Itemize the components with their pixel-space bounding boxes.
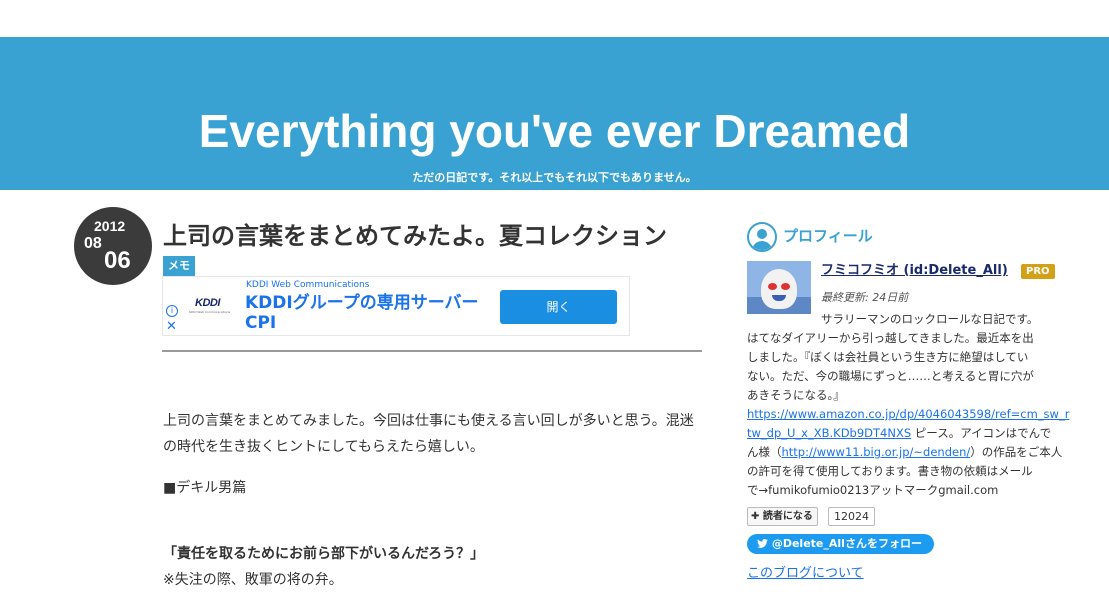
user-name-link[interactable]: フミコフミオ (id:Delete_All): [821, 262, 1008, 280]
category-label[interactable]: メモ: [163, 256, 195, 276]
ad-open-button[interactable]: 開く: [500, 290, 617, 324]
entry-paragraph: ■デキル男篇: [163, 480, 247, 496]
date-year: 2012: [94, 218, 126, 234]
bio-text: ん様（: [747, 445, 782, 459]
bio-text: ）の作品をご本人: [970, 445, 1063, 459]
ad-banner[interactable]: i ✕ KDDI KDDI Web Communications KDDI We…: [162, 276, 630, 336]
bio-text: ピース。アイコンはでんで: [911, 426, 1052, 440]
about-blog-link[interactable]: このブログについて: [747, 562, 864, 581]
pro-badge[interactable]: PRO: [1021, 264, 1055, 279]
ad-close-icon[interactable]: ✕: [166, 320, 177, 334]
profile-title: プロフィール: [783, 227, 873, 245]
user-icon: [747, 222, 777, 252]
ad-logo-subtext: KDDI Web Communications: [189, 310, 231, 314]
ad-info-icon[interactable]: i: [166, 305, 178, 317]
twitter-bird-icon: [757, 537, 772, 550]
twitter-follow-button[interactable]: @Delete_Allさんをフォロー: [747, 534, 934, 554]
blog-title[interactable]: Everything you've ever Dreamed: [0, 103, 1109, 159]
plus-icon: ✚: [751, 511, 760, 522]
amazon-link[interactable]: tw_dp_U_x_XB.KDb9DT4NXS: [747, 426, 911, 440]
subscribe-button[interactable]: ✚ 読者になる: [747, 507, 818, 526]
entry-paragraph: 上司の言葉をまとめてみました。今回は仕事にも使える言い回しが多いと思う。混迷の時…: [163, 413, 694, 455]
bio-line: しました。『ぼくは会社員という生き方に絶望はしてい: [747, 350, 1029, 364]
entry-title[interactable]: 上司の言葉をまとめてみたよ。夏コレクション: [163, 220, 667, 252]
ad-logo-mark: KDDI: [195, 297, 220, 309]
bio-line: で→fumikofumio0213アットマークgmail.com: [747, 483, 999, 497]
bio-line: の許可を得て使用しております。書き物の依頼はメール: [747, 464, 1033, 478]
blog-header: Everything you've ever Dreamed ただの日記です。そ…: [0, 37, 1109, 190]
blog-description: ただの日記です。それ以上でもそれ以下でもありません。: [412, 171, 697, 184]
subscribe-label: 読者になる: [762, 511, 813, 522]
date-day: 06: [104, 247, 131, 274]
last-updated: 最終更新: 24日前: [821, 291, 909, 304]
entry-note: ※失注の際、敗軍の将の弁。: [163, 572, 343, 588]
entry-divider: [162, 350, 702, 352]
ad-logo: KDDI KDDI Web Communications: [189, 293, 237, 319]
amazon-link[interactable]: https://www.amazon.co.jp/dp/4046043598/r…: [747, 407, 1069, 421]
bio-line: あきそうになる。』: [747, 388, 845, 402]
twitter-follow-label: @Delete_Allさんをフォロー: [771, 537, 922, 550]
bio-line: はてなダイアリーから引っ越してきました。最近本を出: [747, 331, 1034, 345]
date-month: 08: [84, 235, 102, 252]
bio-line: ない。ただ、今の職場にずっと……と考えると胃に穴が: [747, 369, 1034, 383]
profile-bio: サラリーマンのロックロールな日記です。 はてなダイアリーから引っ越してきました。…: [747, 310, 1069, 500]
reader-count: 12024: [828, 507, 875, 526]
bio-line: サラリーマンのロックロールな日記です。: [821, 312, 1039, 326]
ad-headline[interactable]: KDDIグループの専用サーバーCPI: [245, 293, 495, 333]
entry-quote: 「責任を取るためにお前ら部下がいるんだろう？」: [163, 546, 485, 562]
avatar[interactable]: [747, 261, 811, 314]
ad-sponsor: KDDI Web Communications: [246, 280, 370, 290]
entry-date[interactable]: 2012 08 06: [74, 207, 152, 285]
denden-link[interactable]: http://www11.big.or.jp/~denden/: [782, 445, 971, 459]
